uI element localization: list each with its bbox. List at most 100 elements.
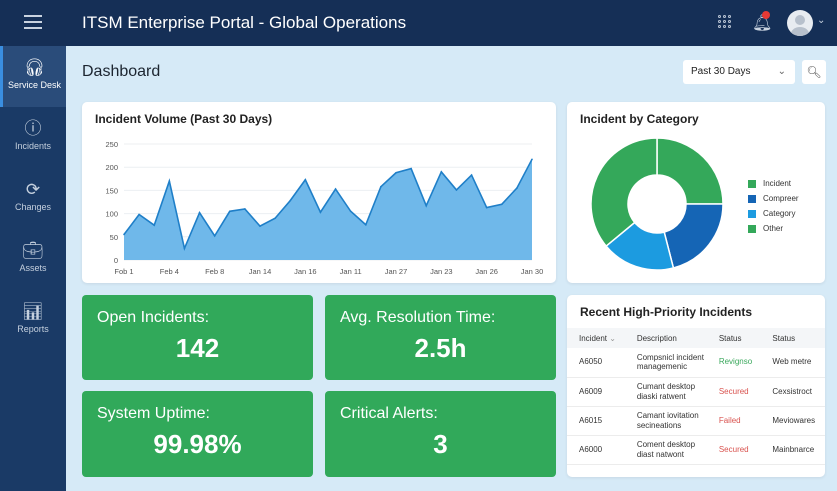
- table-row[interactable]: A6015 Camant iovitation secineations Faile…: [567, 406, 825, 436]
- recent-incidents-card: Recent High-Priority Incidents Incident …: [567, 295, 825, 477]
- sidebar-item-service-desk[interactable]: 🎧︎ Service Desk: [0, 46, 66, 107]
- data-point: [380, 185, 382, 188]
- data-point: [410, 167, 412, 170]
- x-tick-label: Jan 14: [249, 267, 272, 276]
- notification-dot: [762, 11, 770, 19]
- column-header-description[interactable]: Description: [624, 328, 707, 348]
- date-range-value: Past 30 Days: [691, 66, 751, 77]
- data-point: [289, 199, 292, 202]
- table-row[interactable]: A6050 Compsnicl incident managemenic Revig…: [567, 348, 825, 378]
- sidebar-item-incidents[interactable]: ⓘ Incidents: [0, 107, 66, 168]
- page-title: Dashboard: [82, 63, 161, 80]
- data-point: [259, 225, 261, 227]
- incident-id: A6009: [567, 377, 625, 407]
- top-header: ITSM Enterprise Portal - Global Operatio…: [0, 0, 837, 46]
- table-row[interactable]: A6000 Coment desktop diast natwont Secured…: [567, 435, 825, 465]
- y-tick-label: 0: [114, 256, 118, 265]
- description: Cumant desktop diaski ratwent: [624, 377, 707, 407]
- incident-id: A6015: [567, 406, 625, 436]
- y-tick-label: 150: [105, 186, 118, 195]
- legend-item: Other: [748, 221, 799, 236]
- x-tick-label: Jan 26: [475, 267, 498, 276]
- data-point: [319, 211, 322, 214]
- search-button[interactable]: 🔍︎: [802, 60, 826, 84]
- x-tick-label: Jan 23: [430, 267, 453, 276]
- data-point: [440, 171, 443, 173]
- data-point: [425, 204, 428, 207]
- sidebar-item-label: Reports: [17, 324, 49, 334]
- x-tick-label: Feb 4: [160, 267, 179, 276]
- headset-icon: 🎧︎: [23, 58, 46, 77]
- data-point: [500, 203, 503, 206]
- hamburger-menu-icon[interactable]: [24, 15, 42, 29]
- kpi-value: 142: [175, 333, 220, 363]
- data-point: [153, 224, 156, 226]
- data-point: [244, 208, 246, 210]
- kpi-open-incidents[interactable]: Open Incidents: 142: [82, 295, 313, 380]
- data-point: [455, 189, 458, 191]
- kpi-system-uptime[interactable]: System Uptime: 99.98%: [82, 391, 313, 477]
- sidebar-item-label: Changes: [14, 202, 52, 212]
- chevron-down-icon: ⌄: [777, 66, 786, 77]
- kpi-label: Critical Alerts:: [340, 405, 438, 422]
- description: Compsnicl incident managemenic: [624, 348, 707, 378]
- apps-grid-icon[interactable]: [718, 15, 732, 29]
- data-point: [334, 188, 337, 190]
- column-header-status[interactable]: Status: [706, 328, 761, 348]
- date-range-select[interactable]: Past 30 Days ⌄: [683, 60, 795, 84]
- kpi-label: Open Incidents:: [97, 309, 210, 326]
- category-donut-chart: [590, 137, 724, 271]
- column-header-status-2[interactable]: Status: [760, 328, 825, 348]
- y-tick-label: 250: [105, 140, 118, 149]
- data-point: [485, 206, 488, 209]
- description: Coment desktop diast natwont: [624, 435, 707, 465]
- donut-slice-compreer[interactable]: [663, 203, 724, 269]
- category: Meviowares: [760, 406, 825, 436]
- legend-item: Incident: [748, 176, 799, 191]
- legend-item: Compreer: [748, 191, 799, 206]
- table-title: Recent High-Priority Incidents: [580, 305, 753, 319]
- kpi-value: 2.5h: [414, 333, 467, 363]
- user-avatar[interactable]: [787, 10, 813, 36]
- kpi-avg-resolution[interactable]: Avg. Resolution Time: 2.5h: [325, 295, 556, 380]
- description: Camant iovitation secineations: [624, 406, 707, 436]
- donut-slice-incident[interactable]: [656, 137, 724, 205]
- sort-icon[interactable]: ⌄: [609, 334, 616, 343]
- alert-circle-icon: ⓘ: [24, 119, 42, 138]
- y-tick-label: 50: [110, 233, 118, 242]
- sidebar-item-reports[interactable]: 📊︎ Reports: [0, 290, 66, 351]
- table-row[interactable]: A6009 Cumant desktop diaski ratwent Secure…: [567, 377, 825, 407]
- donut-slice-other[interactable]: [590, 137, 658, 248]
- sidebar-item-label: Assets: [19, 263, 47, 273]
- column-header-incident[interactable]: Incident ⌄: [567, 328, 625, 348]
- incident-category-card: Incident by Category Incident Compreer C…: [567, 102, 825, 283]
- status: Revignso: [706, 348, 761, 378]
- category: Mainbnarce: [760, 435, 825, 465]
- legend-item: Category: [748, 206, 799, 221]
- sidebar-item-assets[interactable]: 💼︎ Assets: [0, 229, 66, 290]
- chevron-down-icon[interactable]: ⌄: [817, 15, 825, 26]
- notification-bell-icon[interactable]: 🔔︎: [752, 11, 772, 33]
- data-point: [395, 171, 397, 174]
- x-tick-label: Jan 11: [340, 267, 362, 276]
- incidents-table: Incident ⌄ Description Status Status A60…: [567, 328, 825, 465]
- chart-legend: Incident Compreer Category Other: [748, 176, 799, 236]
- category: Web metre: [760, 348, 825, 378]
- sidebar: 🎧︎ Service Desk ⓘ Incidents ⟳ Changes 💼︎ Ass…: [0, 46, 66, 491]
- kpi-label: System Uptime:: [97, 405, 210, 422]
- incident-volume-card: Incident Volume (Past 30 Days) 0 50 100 150…: [82, 102, 556, 283]
- search-icon: 🔍︎: [806, 65, 822, 79]
- status: Secured: [706, 377, 761, 407]
- sidebar-item-label: Service Desk: [7, 80, 61, 90]
- category: Cexsistroct: [760, 377, 825, 407]
- data-point: [198, 211, 201, 214]
- data-point: [470, 174, 473, 176]
- x-tick-label: Fob 1: [114, 267, 133, 276]
- sidebar-item-changes[interactable]: ⟳ Changes: [0, 168, 66, 229]
- kpi-label: Avg. Resolution Time:: [340, 309, 496, 326]
- incident-volume-chart: 0 50 100 150 200 250 Fob 1 Feb 4 Feb 8 Jan 14 Jan …: [105, 140, 543, 276]
- briefcase-icon: 💼︎: [22, 241, 44, 260]
- report-icon: 📊︎: [22, 302, 44, 321]
- kpi-critical-alerts[interactable]: Critical Alerts: 3: [325, 391, 556, 477]
- data-point: [183, 247, 186, 250]
